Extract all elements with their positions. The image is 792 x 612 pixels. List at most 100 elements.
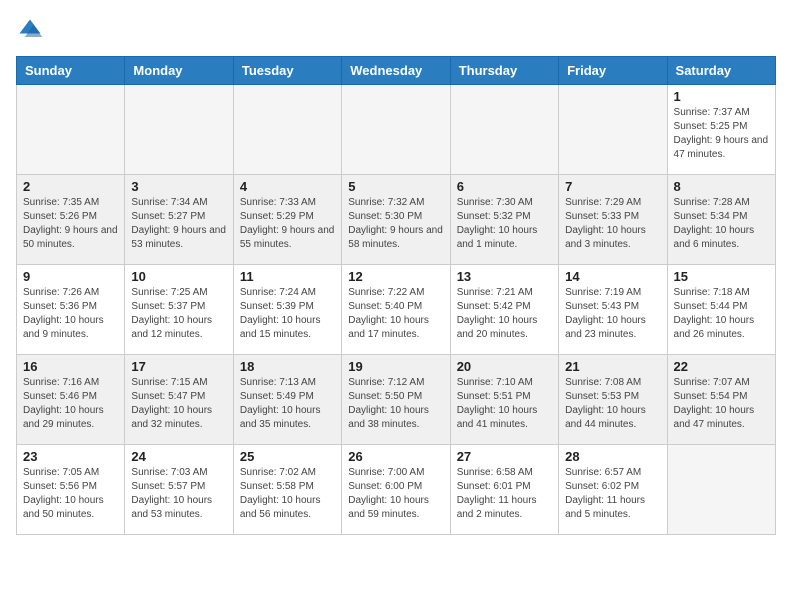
day-cell: 2 Sunrise: 7:35 AM Sunset: 5:26 PM Daylig… bbox=[17, 175, 125, 265]
day-cell: 1 Sunrise: 7:37 AM Sunset: 5:25 PM Daylig… bbox=[667, 85, 775, 175]
day-number: 16 bbox=[23, 359, 118, 374]
day-info: Sunrise: 7:18 AM Sunset: 5:44 PM Dayligh… bbox=[674, 286, 769, 342]
col-header-tuesday: Tuesday bbox=[233, 57, 341, 85]
day-number: 8 bbox=[674, 179, 769, 194]
col-header-saturday: Saturday bbox=[667, 57, 775, 85]
day-number: 18 bbox=[240, 359, 335, 374]
day-cell: 22 Sunrise: 7:07 AM Sunset: 5:54 PM Dayli… bbox=[667, 355, 775, 445]
day-info: Sunrise: 7:33 AM Sunset: 5:29 PM Dayligh… bbox=[240, 196, 335, 252]
day-info: Sunrise: 7:21 AM Sunset: 5:42 PM Dayligh… bbox=[457, 286, 552, 342]
day-info: Sunrise: 7:08 AM Sunset: 5:53 PM Dayligh… bbox=[565, 376, 660, 432]
day-cell: 15 Sunrise: 7:18 AM Sunset: 5:44 PM Dayli… bbox=[667, 265, 775, 355]
day-cell: 21 Sunrise: 7:08 AM Sunset: 5:53 PM Dayli… bbox=[559, 355, 667, 445]
day-info: Sunrise: 7:29 AM Sunset: 5:33 PM Dayligh… bbox=[565, 196, 660, 252]
day-number: 5 bbox=[348, 179, 443, 194]
day-cell: 27 Sunrise: 6:58 AM Sunset: 6:01 PM Dayli… bbox=[450, 445, 558, 535]
day-cell: 23Sunrise: 7:05 AM Sunset: 5:56 PM Dayli… bbox=[17, 445, 125, 535]
day-cell: 3 Sunrise: 7:34 AM Sunset: 5:27 PM Daylig… bbox=[125, 175, 233, 265]
day-cell bbox=[17, 85, 125, 175]
day-cell: 7 Sunrise: 7:29 AM Sunset: 5:33 PM Daylig… bbox=[559, 175, 667, 265]
day-info: Sunrise: 7:00 AM Sunset: 6:00 PM Dayligh… bbox=[348, 466, 443, 522]
day-number: 3 bbox=[131, 179, 226, 194]
day-number: 2 bbox=[23, 179, 118, 194]
day-info: Sunrise: 6:58 AM Sunset: 6:01 PM Dayligh… bbox=[457, 466, 552, 522]
day-cell: 16 Sunrise: 7:16 AM Sunset: 5:46 PM Dayli… bbox=[17, 355, 125, 445]
day-info: Sunrise: 7:16 AM Sunset: 5:46 PM Dayligh… bbox=[23, 376, 118, 432]
week-row-1: 1 Sunrise: 7:37 AM Sunset: 5:25 PM Daylig… bbox=[17, 85, 776, 175]
day-number: 12 bbox=[348, 269, 443, 284]
day-number: 9 bbox=[23, 269, 118, 284]
day-cell: 9 Sunrise: 7:26 AM Sunset: 5:36 PM Daylig… bbox=[17, 265, 125, 355]
day-cell bbox=[559, 85, 667, 175]
page-header bbox=[16, 16, 776, 44]
day-cell: 24 Sunrise: 7:03 AM Sunset: 5:57 PM Dayli… bbox=[125, 445, 233, 535]
day-number: 21 bbox=[565, 359, 660, 374]
day-number: 25 bbox=[240, 449, 335, 464]
day-number: 15 bbox=[674, 269, 769, 284]
day-cell bbox=[233, 85, 341, 175]
day-info: Sunrise: 7:37 AM Sunset: 5:25 PM Dayligh… bbox=[674, 106, 769, 162]
logo-icon bbox=[16, 16, 44, 44]
day-cell: 13Sunrise: 7:21 AM Sunset: 5:42 PM Dayli… bbox=[450, 265, 558, 355]
day-info: Sunrise: 7:35 AM Sunset: 5:26 PM Dayligh… bbox=[23, 196, 118, 252]
day-info: Sunrise: 7:10 AM Sunset: 5:51 PM Dayligh… bbox=[457, 376, 552, 432]
day-number: 11 bbox=[240, 269, 335, 284]
day-cell bbox=[342, 85, 450, 175]
day-info: Sunrise: 7:05 AM Sunset: 5:56 PM Dayligh… bbox=[23, 466, 118, 522]
logo bbox=[16, 16, 48, 44]
day-number: 20 bbox=[457, 359, 552, 374]
day-info: Sunrise: 7:32 AM Sunset: 5:30 PM Dayligh… bbox=[348, 196, 443, 252]
day-info: Sunrise: 7:03 AM Sunset: 5:57 PM Dayligh… bbox=[131, 466, 226, 522]
day-number: 1 bbox=[674, 89, 769, 104]
day-info: Sunrise: 7:12 AM Sunset: 5:50 PM Dayligh… bbox=[348, 376, 443, 432]
day-cell: 5 Sunrise: 7:32 AM Sunset: 5:30 PM Daylig… bbox=[342, 175, 450, 265]
week-row-3: 9 Sunrise: 7:26 AM Sunset: 5:36 PM Daylig… bbox=[17, 265, 776, 355]
day-number: 28 bbox=[565, 449, 660, 464]
calendar-header-row: SundayMondayTuesdayWednesdayThursdayFrid… bbox=[17, 57, 776, 85]
day-info: Sunrise: 7:19 AM Sunset: 5:43 PM Dayligh… bbox=[565, 286, 660, 342]
col-header-monday: Monday bbox=[125, 57, 233, 85]
day-info: Sunrise: 7:34 AM Sunset: 5:27 PM Dayligh… bbox=[131, 196, 226, 252]
col-header-friday: Friday bbox=[559, 57, 667, 85]
day-info: Sunrise: 7:26 AM Sunset: 5:36 PM Dayligh… bbox=[23, 286, 118, 342]
day-cell: 8Sunrise: 7:28 AM Sunset: 5:34 PM Daylig… bbox=[667, 175, 775, 265]
day-info: Sunrise: 7:15 AM Sunset: 5:47 PM Dayligh… bbox=[131, 376, 226, 432]
day-cell: 17 Sunrise: 7:15 AM Sunset: 5:47 PM Dayli… bbox=[125, 355, 233, 445]
day-number: 14 bbox=[565, 269, 660, 284]
day-number: 17 bbox=[131, 359, 226, 374]
week-row-2: 2 Sunrise: 7:35 AM Sunset: 5:26 PM Daylig… bbox=[17, 175, 776, 265]
day-cell: 19 Sunrise: 7:12 AM Sunset: 5:50 PM Dayli… bbox=[342, 355, 450, 445]
col-header-wednesday: Wednesday bbox=[342, 57, 450, 85]
day-cell: 4 Sunrise: 7:33 AM Sunset: 5:29 PM Daylig… bbox=[233, 175, 341, 265]
col-header-thursday: Thursday bbox=[450, 57, 558, 85]
calendar-table: SundayMondayTuesdayWednesdayThursdayFrid… bbox=[16, 56, 776, 535]
day-info: Sunrise: 7:22 AM Sunset: 5:40 PM Dayligh… bbox=[348, 286, 443, 342]
day-cell: 25Sunrise: 7:02 AM Sunset: 5:58 PM Dayli… bbox=[233, 445, 341, 535]
day-info: Sunrise: 7:07 AM Sunset: 5:54 PM Dayligh… bbox=[674, 376, 769, 432]
day-number: 22 bbox=[674, 359, 769, 374]
day-info: Sunrise: 7:24 AM Sunset: 5:39 PM Dayligh… bbox=[240, 286, 335, 342]
day-cell: 12 Sunrise: 7:22 AM Sunset: 5:40 PM Dayli… bbox=[342, 265, 450, 355]
day-number: 4 bbox=[240, 179, 335, 194]
day-info: Sunrise: 7:13 AM Sunset: 5:49 PM Dayligh… bbox=[240, 376, 335, 432]
day-cell: 28Sunrise: 6:57 AM Sunset: 6:02 PM Dayli… bbox=[559, 445, 667, 535]
day-number: 26 bbox=[348, 449, 443, 464]
day-cell: 10 Sunrise: 7:25 AM Sunset: 5:37 PM Dayli… bbox=[125, 265, 233, 355]
day-cell: 18 Sunrise: 7:13 AM Sunset: 5:49 PM Dayli… bbox=[233, 355, 341, 445]
day-number: 19 bbox=[348, 359, 443, 374]
day-number: 6 bbox=[457, 179, 552, 194]
day-cell bbox=[450, 85, 558, 175]
col-header-sunday: Sunday bbox=[17, 57, 125, 85]
day-number: 10 bbox=[131, 269, 226, 284]
day-number: 7 bbox=[565, 179, 660, 194]
day-cell bbox=[125, 85, 233, 175]
day-number: 24 bbox=[131, 449, 226, 464]
day-cell: 14 Sunrise: 7:19 AM Sunset: 5:43 PM Dayli… bbox=[559, 265, 667, 355]
day-cell bbox=[667, 445, 775, 535]
day-cell: 6Sunrise: 7:30 AM Sunset: 5:32 PM Daylig… bbox=[450, 175, 558, 265]
day-cell: 11 Sunrise: 7:24 AM Sunset: 5:39 PM Dayli… bbox=[233, 265, 341, 355]
day-info: Sunrise: 7:25 AM Sunset: 5:37 PM Dayligh… bbox=[131, 286, 226, 342]
week-row-4: 16 Sunrise: 7:16 AM Sunset: 5:46 PM Dayli… bbox=[17, 355, 776, 445]
day-number: 27 bbox=[457, 449, 552, 464]
day-cell: 20 Sunrise: 7:10 AM Sunset: 5:51 PM Dayli… bbox=[450, 355, 558, 445]
